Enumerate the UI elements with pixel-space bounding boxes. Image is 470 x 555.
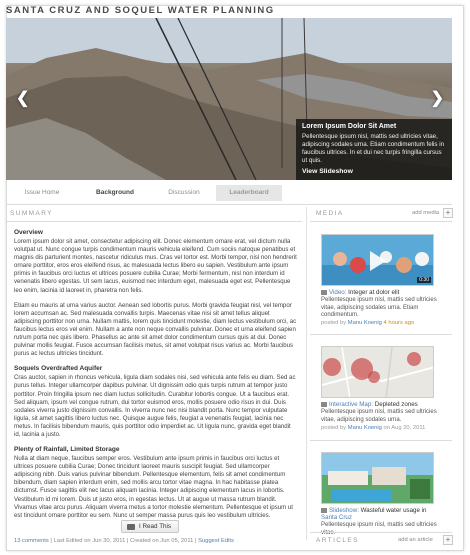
media-item-description: Pellentesque ipsum nisl, mattis sed ultr… xyxy=(321,522,437,536)
overview-paragraph: Lorem ipsum dolor sit amet, consectetur … xyxy=(14,238,297,294)
media-title-text: Depleted zones xyxy=(373,401,418,408)
tab-background[interactable]: Background xyxy=(78,185,152,201)
edit-dates: | Last Edited on Jun 30, 2011 | Created … xyxy=(48,538,199,544)
meta-prefix: posted by xyxy=(321,425,348,431)
media-item-description: Pellentesque ipsum nisl, mattis sed ultr… xyxy=(321,297,437,318)
slideshow-icon xyxy=(321,508,327,513)
media-item-title[interactable]: Slideshow: Wasteful water usage in xyxy=(321,507,426,514)
media-item-title[interactable]: Video: Integer at dolor elit xyxy=(321,289,399,296)
map-icon xyxy=(321,402,327,407)
add-article-link[interactable]: add an article xyxy=(398,537,433,543)
suggest-edits-link[interactable]: Suggest Edits xyxy=(198,538,234,544)
media-title-text: Integer at dolor elit xyxy=(346,289,400,296)
next-slide-arrow-icon[interactable]: ❯ xyxy=(431,91,444,107)
video-thumbnail[interactable]: 0:30 xyxy=(321,234,434,286)
divider xyxy=(310,532,452,533)
author-link[interactable]: Manu Koenig xyxy=(348,425,382,431)
rainfall-paragraph: Nulla at diam neque, faucibus semper ero… xyxy=(14,455,293,519)
tab-issue-home[interactable]: Issue Home xyxy=(6,185,78,201)
map-thumbnail-image xyxy=(322,347,433,397)
overview-heading: Overview xyxy=(14,229,43,236)
summary-body: Overview Lorem ipsum dolor sit amet, con… xyxy=(14,229,297,527)
rainfall-heading: Plenty of Rainfall, Limited Storage xyxy=(14,446,120,454)
divider xyxy=(6,221,302,222)
media-title-text: Wasteful water usage in xyxy=(358,507,427,514)
add-media-link[interactable]: add media xyxy=(412,210,439,216)
divider xyxy=(6,204,452,205)
media-item-description: Pellentesque ipsum nisl, mattis sed ultr… xyxy=(321,409,437,423)
media-item-title[interactable]: Interactive Map: Depleted zones xyxy=(321,401,418,408)
overview-paragraph: Etiam eu mauris at urna varius auctor. A… xyxy=(14,301,297,358)
media-item-meta: posted by Manu Koenig 4 hours ago xyxy=(321,320,414,326)
divider xyxy=(310,440,452,441)
slide-caption-title: Lorem Ipsum Dolor Sit Amet xyxy=(302,123,397,130)
slideshow-thumbnail-image xyxy=(322,453,433,503)
summary-section-label: SUMMARY xyxy=(10,210,53,217)
column-divider xyxy=(306,207,307,540)
media-title-continued[interactable]: Santa Cruz xyxy=(321,514,352,521)
media-section-label: MEDIA xyxy=(316,210,344,217)
posted-time: on Aug 20, 2011 xyxy=(381,425,426,431)
tab-discussion[interactable]: Discussion xyxy=(152,185,216,201)
articles-section-label: ARTICLES xyxy=(316,537,359,544)
view-slideshow-link[interactable]: View Slideshow xyxy=(302,168,446,175)
media-kind: Interactive Map: xyxy=(329,401,374,408)
divider xyxy=(310,334,452,335)
i-read-this-label: I Read This xyxy=(139,523,172,530)
media-kind: Slideshow: xyxy=(329,507,359,514)
summary-footer: 13 comments | Last Edited on Jun 30, 201… xyxy=(14,538,234,544)
tab-leaderboard[interactable]: Leaderboard xyxy=(216,185,282,201)
posted-time: 4 hours ago xyxy=(383,320,415,326)
i-read-this-button[interactable]: I Read This xyxy=(121,520,179,533)
media-kind: Video: xyxy=(329,289,347,296)
add-media-plus-icon[interactable]: + xyxy=(443,208,453,218)
map-thumbnail[interactable] xyxy=(321,346,434,398)
video-icon xyxy=(321,290,327,295)
aquifer-heading: Soquels Overdrafted Aquifer xyxy=(14,365,103,373)
prev-slide-arrow-icon[interactable]: ❮ xyxy=(16,91,29,107)
aquifer-paragraph: Cras auctor, sapien in rhoncus vehicula,… xyxy=(14,374,296,438)
media-item-meta: posted by Manu Koenig on Aug 20, 2011 xyxy=(321,425,425,431)
slide-caption-body: Pellentesque ipsum nisl, mattis sed ultr… xyxy=(302,133,445,164)
video-duration: 0:30 xyxy=(417,277,431,283)
author-link[interactable]: Manu Koenig xyxy=(348,320,382,326)
slideshow-thumbnail[interactable] xyxy=(321,452,434,504)
issue-tabs: Issue Home Background Discussion Leaderb… xyxy=(6,185,452,201)
comments-link[interactable]: 13 comments xyxy=(14,538,49,544)
divider xyxy=(310,221,452,222)
site-title: SANTA CRUZ AND SOQUEL WATER PLANNING xyxy=(6,5,275,16)
meta-prefix: posted by xyxy=(321,320,348,326)
slide-caption: Lorem Ipsum Dolor Sit Amet Pellentesque … xyxy=(296,119,452,180)
add-article-plus-icon[interactable]: + xyxy=(443,535,453,545)
hero-slideshow[interactable]: ❮ ❯ Lorem Ipsum Dolor Sit Amet Pellentes… xyxy=(6,18,452,180)
book-icon xyxy=(127,523,135,530)
